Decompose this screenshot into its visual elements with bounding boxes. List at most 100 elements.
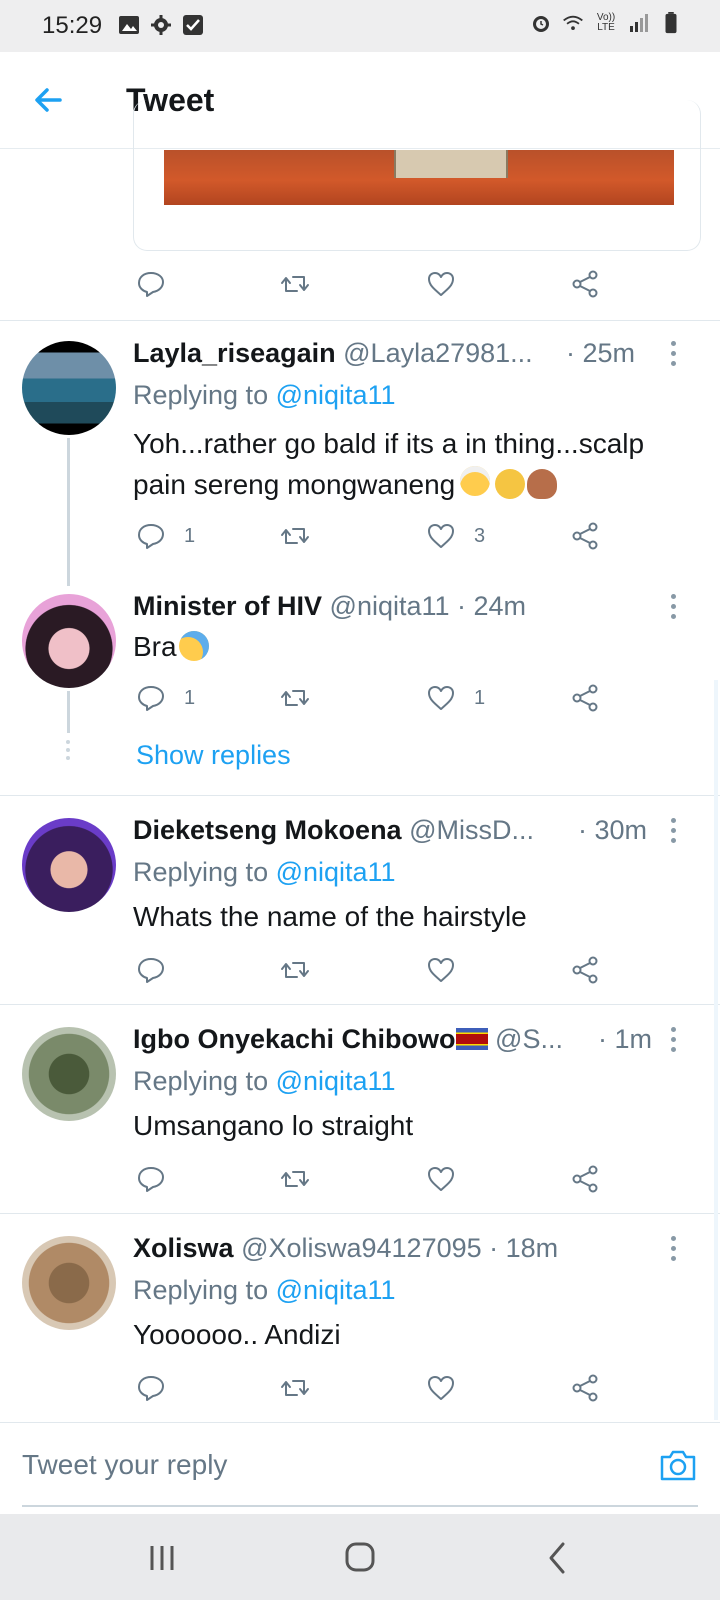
back-icon[interactable]: [538, 1540, 578, 1576]
reply-button[interactable]: 1: [136, 680, 195, 716]
heart-icon: [428, 958, 454, 982]
more-options-icon[interactable]: [665, 1236, 681, 1266]
reply-icon: [138, 272, 164, 297]
system-nav-bar: [0, 1514, 720, 1600]
heart-icon: [428, 524, 454, 548]
replying-to-handle[interactable]: @niqita11: [276, 1275, 396, 1305]
user-handle[interactable]: @S...: [495, 1024, 563, 1054]
battery-icon: [665, 12, 677, 34]
media-card[interactable]: [133, 100, 701, 251]
replying-to-handle[interactable]: @niqita11: [276, 380, 396, 410]
tweet-actions: [136, 1161, 616, 1197]
loudly-crying-face-emoji: [178, 631, 209, 661]
reply-count: 1: [184, 524, 196, 547]
heart-icon: [428, 1376, 454, 1400]
share-button[interactable]: [570, 1370, 600, 1406]
reply-icon: [138, 1167, 164, 1192]
tweet-time: · 30m: [578, 815, 648, 845]
reply-button[interactable]: [136, 952, 166, 988]
reply-button[interactable]: 1: [136, 518, 195, 554]
alarm-icon: [533, 16, 549, 32]
home-icon[interactable]: [340, 1540, 380, 1576]
more-options-icon[interactable]: [665, 594, 681, 624]
like-button[interactable]: 3: [426, 518, 485, 554]
retweet-icon: [281, 690, 309, 706]
tweet-header: Dieketseng Mokoena @MissD...: [133, 815, 563, 846]
tweet-text-content: Whats the name of the hairstyle: [133, 901, 527, 932]
share-icon: [572, 956, 598, 984]
reply-input-underline: [22, 1505, 698, 1507]
more-options-icon[interactable]: [665, 818, 681, 848]
sick-face-emoji: [495, 469, 526, 499]
replying-to-label: Replying to: [133, 380, 276, 410]
display-name[interactable]: Minister of HIV: [133, 591, 322, 621]
retweet-icon: [281, 276, 309, 292]
reply-button[interactable]: [136, 266, 166, 302]
like-button[interactable]: [426, 1370, 456, 1406]
tweet-header: Layla_riseagain @Layla27981...: [133, 338, 553, 369]
tweet-actions: [136, 1370, 616, 1406]
user-handle[interactable]: @Xoliswa94127095 · 18m: [241, 1233, 558, 1263]
user-handle[interactable]: @Layla27981...: [343, 338, 533, 368]
tweet-header: Igbo Onyekachi Chibowo @S...: [133, 1024, 583, 1055]
tweet-actions: 1 3: [136, 518, 616, 554]
display-name[interactable]: Layla_riseagain: [133, 338, 336, 368]
user-handle[interactable]: @MissD...: [409, 815, 534, 845]
retweet-button[interactable]: [280, 518, 310, 554]
reply-button[interactable]: [136, 1161, 166, 1197]
share-button[interactable]: [570, 680, 600, 716]
recent-apps-icon[interactable]: [142, 1540, 182, 1576]
avatar[interactable]: [22, 818, 116, 912]
replying-to-handle[interactable]: @niqita11: [276, 1066, 396, 1096]
replying-to-handle[interactable]: @niqita11: [276, 857, 396, 887]
like-button[interactable]: [426, 1161, 456, 1197]
replying-to: Replying to @niqita11: [133, 1066, 396, 1097]
avatar[interactable]: [22, 341, 116, 435]
more-options-icon[interactable]: [665, 341, 681, 371]
tweet-header: Xoliswa @Xoliswa94127095 · 18m: [133, 1233, 673, 1264]
camera-icon[interactable]: [658, 1445, 698, 1485]
user-handle[interactable]: @niqita11 · 24m: [330, 591, 527, 621]
retweet-button[interactable]: [280, 1370, 310, 1406]
like-button[interactable]: [426, 952, 456, 988]
like-button[interactable]: [426, 266, 456, 302]
replying-to: Replying to @niqita11: [133, 857, 396, 888]
display-name[interactable]: Dieketseng Mokoena: [133, 815, 402, 845]
heart-icon: [428, 1167, 454, 1191]
like-count: 1: [474, 686, 486, 709]
like-count: 3: [474, 524, 486, 547]
avatar[interactable]: [22, 1027, 116, 1121]
display-name[interactable]: Igbo Onyekachi Chibowo: [133, 1024, 456, 1054]
more-options-icon[interactable]: [665, 1027, 681, 1057]
avatar[interactable]: [22, 594, 116, 688]
share-icon: [572, 1374, 598, 1402]
share-button[interactable]: [570, 266, 600, 302]
show-replies-link[interactable]: Show replies: [136, 740, 291, 771]
scrollbar[interactable]: [714, 680, 718, 1420]
divider: [0, 1213, 720, 1214]
status-time: 15:29: [42, 12, 103, 39]
share-button[interactable]: [570, 518, 600, 554]
retweet-icon: [281, 962, 309, 978]
retweet-button[interactable]: [280, 1161, 310, 1197]
woman-tipping-hand-emoji: [527, 469, 558, 499]
share-icon: [572, 270, 598, 298]
avatar[interactable]: [22, 1236, 116, 1330]
like-button[interactable]: 1: [426, 680, 485, 716]
reply-input[interactable]: Tweet your reply: [22, 1449, 227, 1481]
display-name[interactable]: Xoliswa: [133, 1233, 234, 1263]
tweet-header: Minister of HIV @niqita11 · 24m: [133, 591, 673, 622]
retweet-button[interactable]: [280, 952, 310, 988]
reply-icon: [138, 524, 164, 549]
tweet-text: Bra: [133, 627, 693, 666]
share-button[interactable]: [570, 1161, 600, 1197]
back-arrow-icon[interactable]: [30, 82, 66, 118]
tweet-media-image[interactable]: [164, 150, 674, 205]
tweet-text: Umsangano lo straight: [133, 1106, 693, 1145]
share-button[interactable]: [570, 952, 600, 988]
retweet-button[interactable]: [280, 680, 310, 716]
wifi-icon: [563, 15, 583, 30]
retweet-button[interactable]: [280, 266, 310, 302]
heart-icon: [428, 272, 454, 296]
reply-button[interactable]: [136, 1370, 166, 1406]
